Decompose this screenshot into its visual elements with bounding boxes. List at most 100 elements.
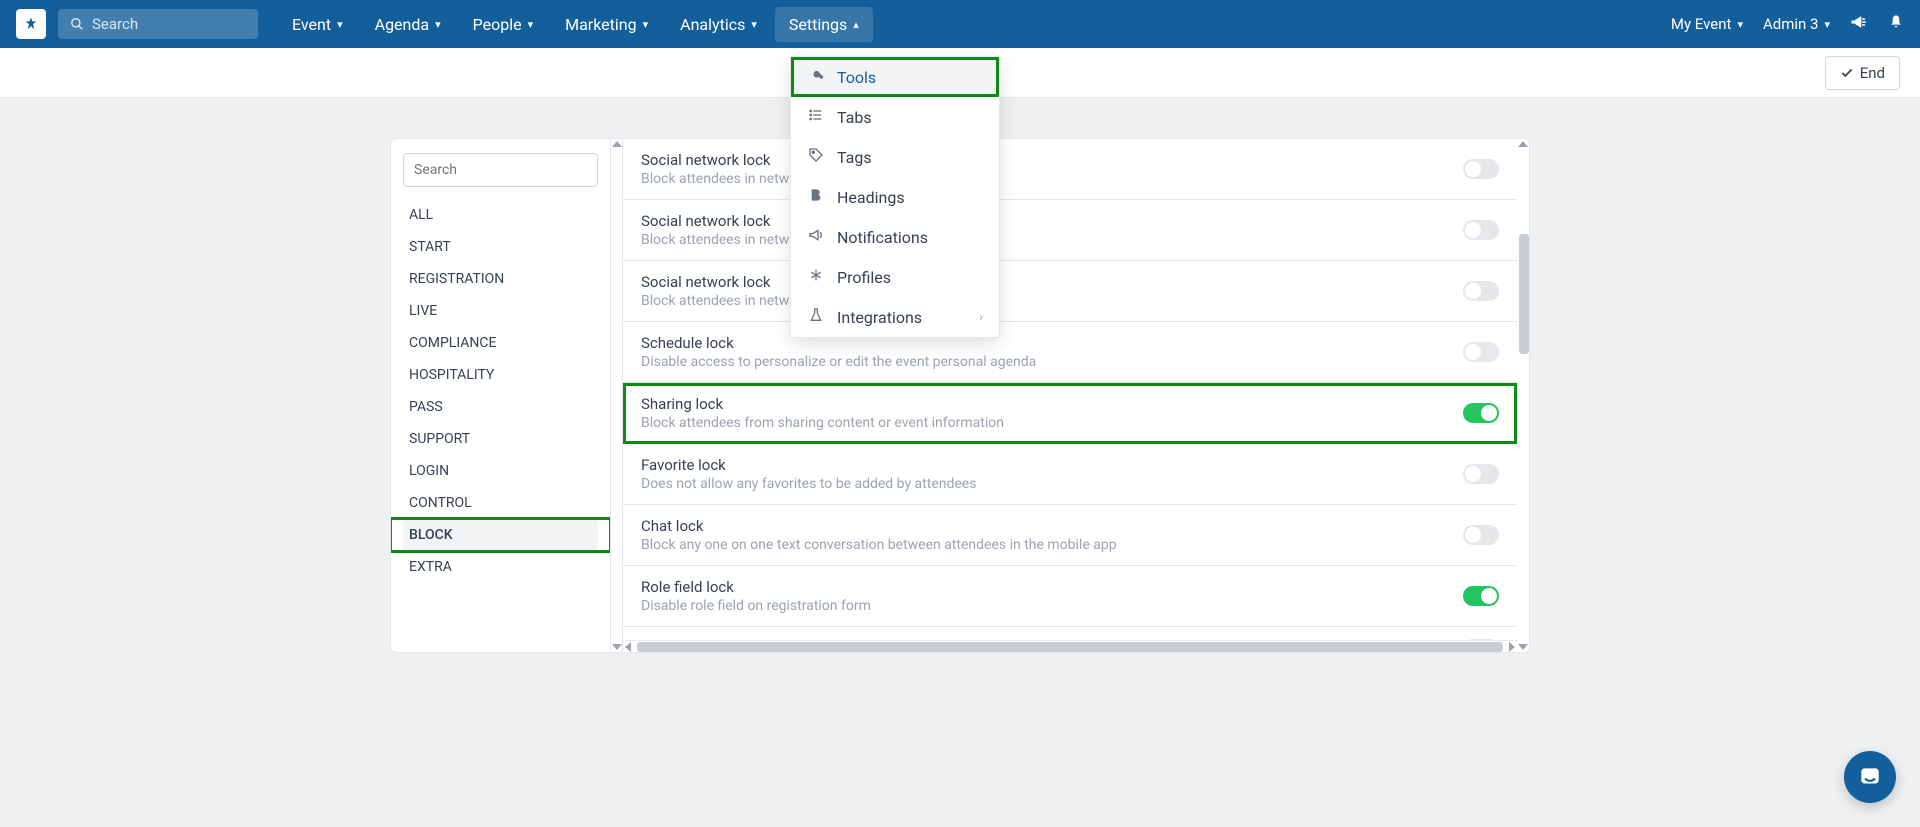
toggle-switch[interactable] [1463, 159, 1499, 179]
h-scroll-thumb[interactable] [637, 642, 1503, 652]
content-h-scrollbar[interactable] [623, 640, 1517, 652]
sidebar-search-input[interactable] [403, 153, 598, 187]
setting-title: Favorite lock [641, 456, 1463, 474]
setting-row: Social network lockBlock attendees in ne… [623, 200, 1517, 261]
event-label: My Event [1671, 15, 1732, 33]
end-button[interactable]: End [1825, 56, 1900, 90]
scroll-down-icon[interactable] [1518, 644, 1528, 650]
toggle-switch[interactable] [1463, 220, 1499, 240]
toggle-switch[interactable] [1463, 525, 1499, 545]
settings-rows: Social network lock Block attendees in ne… [623, 139, 1517, 640]
global-search-input[interactable] [92, 15, 246, 33]
sidebar-item-registration[interactable]: REGISTRATION [403, 263, 598, 295]
content-v-scrollbar[interactable] [1517, 139, 1529, 652]
toggle-knob [1465, 344, 1481, 360]
nav-event[interactable]: Event▾ [278, 7, 357, 42]
nav-label: People [473, 15, 522, 34]
setting-text: Social network lockBlock attendees in ne… [641, 151, 1463, 187]
app-logo[interactable] [16, 9, 46, 39]
setting-text: Social network lockBlock attendees in ne… [641, 212, 1463, 248]
dropdown-item-label: Integrations [837, 308, 922, 327]
toggle-knob [1465, 222, 1481, 238]
setting-row: Schedule lockDisable access to personali… [623, 322, 1517, 383]
nav-label: Marketing [565, 15, 636, 34]
toggle-switch[interactable] [1463, 342, 1499, 362]
top-navbar: Event▾Agenda▾People▾Marketing▾Analytics▾… [0, 0, 1920, 48]
nav-settings[interactable]: Settings▴ [775, 7, 873, 42]
sidebar-scrollbar[interactable] [611, 139, 623, 652]
scroll-left-icon[interactable] [625, 642, 631, 652]
settings-content: Social network lock Block attendees in ne… [623, 139, 1517, 652]
sidebar-item-control[interactable]: CONTROL [403, 487, 598, 519]
dropdown-headings[interactable]: Headings [791, 177, 999, 217]
sidebar-item-login[interactable]: LOGIN [403, 455, 598, 487]
setting-description: Block attendees from sharing content or … [641, 415, 1463, 431]
v-scroll-thumb[interactable] [1519, 234, 1529, 354]
scroll-right-icon[interactable] [1509, 642, 1515, 652]
intercom-chat-button[interactable] [1844, 751, 1896, 803]
dropdown-item-label: Notifications [837, 228, 928, 247]
setting-text: Favorite lockDoes not allow any favorite… [641, 456, 1463, 492]
global-search[interactable] [58, 9, 258, 39]
chevron-up-icon: ▴ [853, 18, 859, 31]
user-label: Admin 3 [1763, 15, 1818, 33]
setting-title: Chat lock [641, 517, 1463, 535]
toggle-knob [1481, 405, 1497, 421]
dropdown-tabs[interactable]: Tabs [791, 97, 999, 137]
user-menu[interactable]: Admin 3 ▾ [1763, 15, 1830, 33]
sidebar-item-block[interactable]: BLOCK [403, 519, 598, 551]
chevron-down-icon: ▾ [1824, 18, 1830, 31]
toggle-switch[interactable] [1463, 281, 1499, 301]
sidebar-item-all[interactable]: ALL [403, 199, 598, 231]
setting-row: Favorite lockDoes not allow any favorite… [623, 444, 1517, 505]
dropdown-tools[interactable]: Tools [791, 57, 999, 97]
sidebar-item-support[interactable]: SUPPORT [403, 423, 598, 455]
setting-title: Social network lock [641, 212, 1463, 230]
scroll-up-icon[interactable] [612, 141, 622, 147]
nav-agenda[interactable]: Agenda▾ [361, 7, 455, 42]
setting-title: Sharing lock [641, 395, 1463, 413]
announcements-icon[interactable] [1850, 13, 1868, 35]
dropdown-integrations[interactable]: Integrations › [791, 297, 999, 337]
nav-people[interactable]: People▾ [459, 7, 548, 42]
sidebar-item-hospitality[interactable]: HOSPITALITY [403, 359, 598, 391]
dropdown-profiles[interactable]: Profiles [791, 257, 999, 297]
sidebar-item-compliance[interactable]: COMPLIANCE [403, 327, 598, 359]
scroll-down-icon[interactable] [612, 644, 622, 650]
setting-text: Chat lockBlock any one on one text conve… [641, 517, 1463, 553]
notifications-bell-icon[interactable] [1888, 14, 1904, 34]
event-selector[interactable]: My Event ▾ [1671, 15, 1743, 33]
dropdown-tags[interactable]: Tags [791, 137, 999, 177]
nav-marketing[interactable]: Marketing▾ [551, 7, 662, 42]
toggle-knob [1465, 283, 1481, 299]
sidebar-item-live[interactable]: LIVE [403, 295, 598, 327]
dropdown-notifications[interactable]: Notifications [791, 217, 999, 257]
nav-label: Event [292, 15, 331, 34]
wrench-icon [807, 67, 825, 87]
scroll-up-icon[interactable] [1518, 141, 1528, 147]
category-sidebar: ALLSTARTREGISTRATIONLIVECOMPLIANCEHOSPIT… [391, 139, 611, 652]
sidebar-item-extra[interactable]: EXTRA [403, 551, 598, 583]
search-icon [70, 16, 84, 32]
nav-label: Analytics [680, 15, 745, 34]
flask-icon [807, 307, 825, 327]
toggle-switch[interactable] [1463, 403, 1499, 423]
nav-analytics[interactable]: Analytics▾ [666, 7, 771, 42]
dropdown-item-label: Tags [837, 148, 872, 167]
sidebar-item-start[interactable]: START [403, 231, 598, 263]
chevron-right-icon: › [979, 310, 983, 324]
chevron-down-icon: ▾ [1737, 18, 1743, 31]
megaphone-icon [807, 227, 825, 247]
setting-text: Sharing lock Block attendees from sharing… [641, 395, 1463, 431]
setting-description: Disable role field on registration form [641, 598, 1463, 614]
toggle-knob [1481, 588, 1497, 604]
toggle-switch[interactable] [1463, 586, 1499, 606]
sidebar-item-pass[interactable]: PASS [403, 391, 598, 423]
dropdown-item-label: Tabs [837, 108, 872, 127]
toggle-switch[interactable] [1463, 464, 1499, 484]
list-icon [807, 107, 825, 127]
asterisk-icon [807, 267, 825, 287]
logo-icon [23, 16, 39, 32]
setting-description: Block attendees in networking interactio… [641, 293, 1463, 309]
setting-title: Social network lock [641, 273, 1463, 291]
